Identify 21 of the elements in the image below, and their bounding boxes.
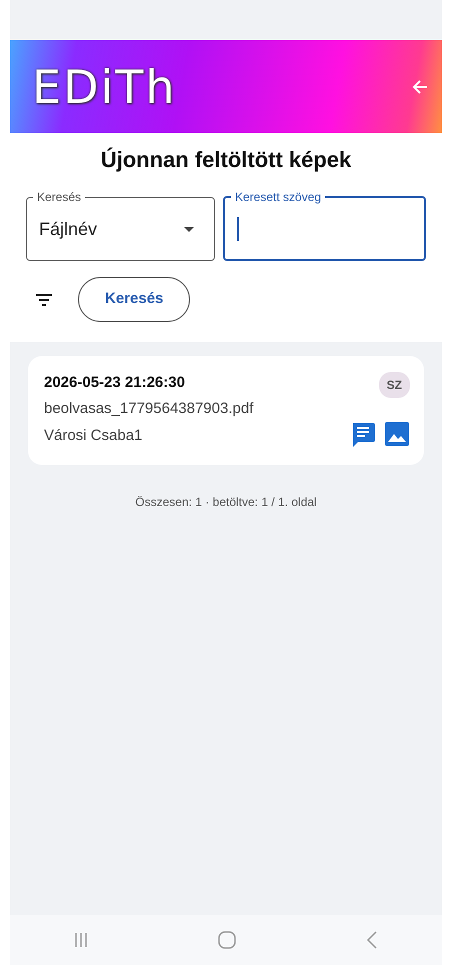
image-icon[interactable] <box>384 421 410 448</box>
app-logo: EDiTh <box>32 64 177 110</box>
file-name: beolvasas_1779564387903.pdf <box>44 399 254 420</box>
dropdown-caret-icon[interactable] <box>184 226 194 232</box>
recent-apps-icon[interactable] <box>74 932 88 948</box>
filter-icon[interactable] <box>34 292 54 307</box>
search-select[interactable]: Keresés Fájlnév <box>26 189 215 262</box>
comment-icon[interactable] <box>350 421 376 448</box>
field-value: Fájlnév <box>39 218 98 241</box>
field-label: Keresés <box>36 189 82 206</box>
user-name: Városi Csaba1 <box>44 426 144 446</box>
home-icon[interactable] <box>216 930 237 950</box>
page-title: Újonnan feltöltött képek <box>100 147 352 174</box>
initials-badge: SZ <box>378 372 410 398</box>
result-card[interactable]: 2026-05-23 21:26:30 beolvasas_1779564387903.pdf Városi Csaba1 SZ <box>28 356 424 466</box>
upload-datetime: 2026-05-23 21:26:30 <box>44 372 186 393</box>
field-label: Keresett szöveg <box>234 189 322 206</box>
back-icon[interactable] <box>366 931 378 949</box>
text-cursor <box>237 217 239 242</box>
search-button[interactable]: Keresés <box>78 277 190 322</box>
summary-text: Összesen: 1 · betöltve: 1 / 1. oldal <box>134 494 318 512</box>
